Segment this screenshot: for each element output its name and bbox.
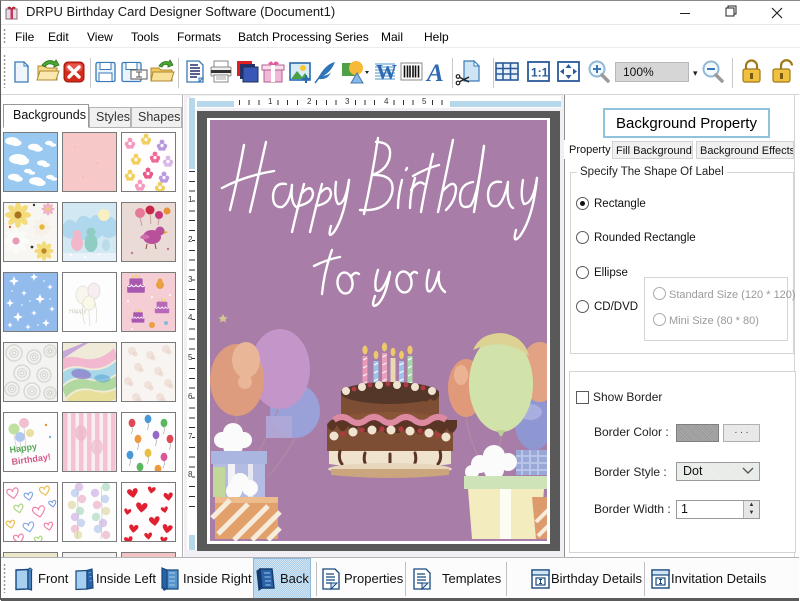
svg-text:W: W	[376, 60, 397, 84]
svg-text:A: A	[425, 60, 444, 87]
svg-text:Happy: Happy	[69, 309, 87, 315]
svg-text:1:1: 1:1	[531, 66, 549, 80]
